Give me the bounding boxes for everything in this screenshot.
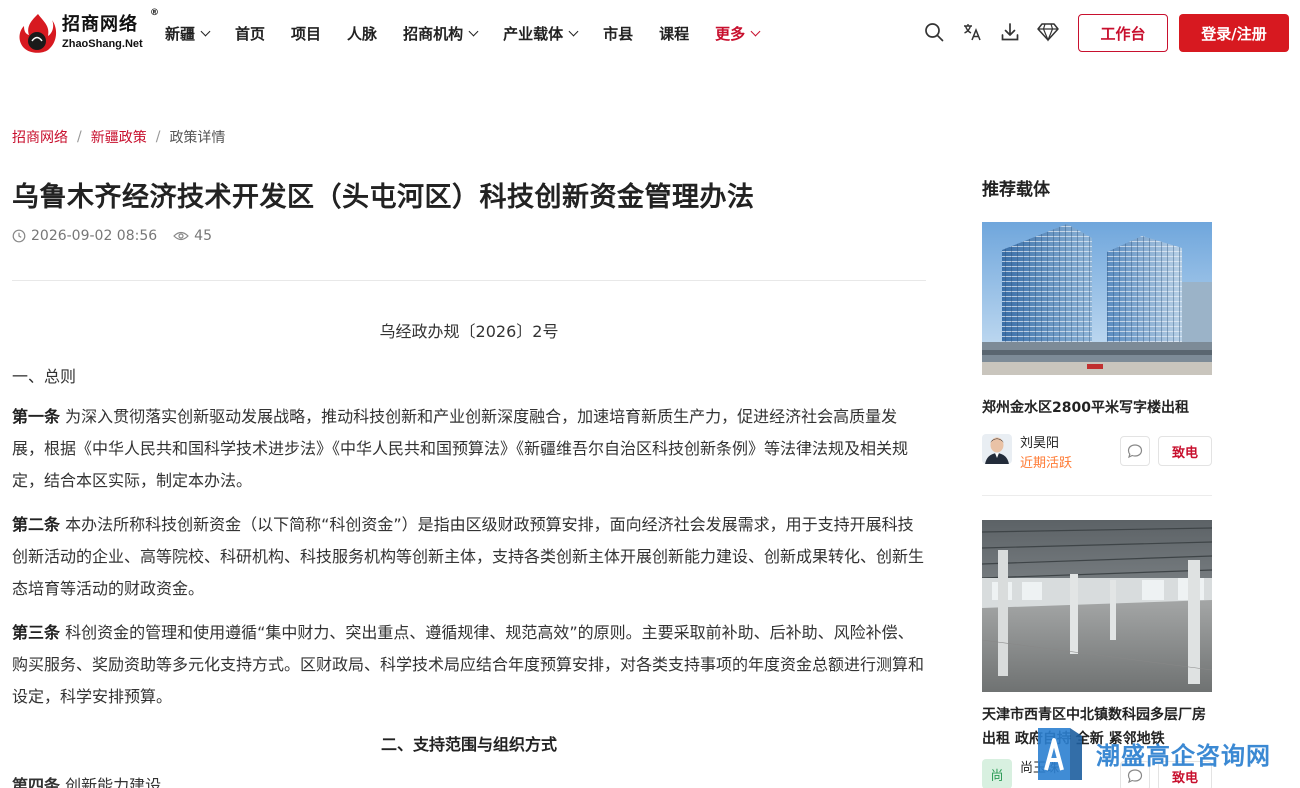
nav-home[interactable]: 首页 [235,23,265,44]
nav-label: 更多 [715,24,746,43]
sidebar-title: 推荐载体 [982,180,1050,200]
article-meta: 2026-09-02 08:56 45 [12,228,228,244]
site-logo[interactable]: 招商网络 ® ZhaoShang.Net [16,8,159,56]
main-nav: 新疆 首页 项目 人脉 招商机构 产业载体 市县 课程 更多 [165,0,785,66]
breadcrumb-link-xinjiang-policy[interactable]: 新疆政策 [91,127,147,147]
agent-name: 刘昊阳 [1020,436,1060,451]
view-count-text: 45 [194,228,212,244]
section-heading-general: 一、总则 [12,367,77,386]
watermark-text: 潮盛高企咨询网 [1096,742,1271,770]
chevron-down-icon [568,26,579,36]
article-clause-label: 第四条 [12,776,61,788]
article-clause-label: 第二条 [12,515,61,534]
nav-industrial-carriers[interactable]: 产业载体 [503,23,579,44]
chevron-down-icon [750,26,761,36]
article-clause-text: 创新能力建设 [60,776,162,788]
nav-contacts[interactable]: 人脉 [347,23,377,44]
clock-icon [12,229,26,243]
translate-icon[interactable] [960,20,984,44]
avatar[interactable]: 尚 [982,759,1012,788]
logo-flame-icon [19,14,57,53]
breadcrumb-separator: / [77,129,82,145]
nav-label: 新疆 [165,24,196,43]
chat-button[interactable] [1120,436,1150,466]
breadcrumb-separator: / [155,129,161,145]
document-number: 乌经政办规〔2026〕2号 [379,322,559,341]
nav-region-xinjiang[interactable]: 新疆 [165,23,211,44]
breadcrumb-link-home[interactable]: 招商网络 [12,127,68,147]
call-button[interactable]: 致电 [1158,436,1212,466]
top-header: 招商网络 ® ZhaoShang.Net 新疆 首页 项目 人脉 招商机构 产业… [0,0,1300,66]
article-paragraph: 第一条 为深入贯彻落实创新驱动发展战略，推动科技创新和产业创新深度融合，加速培育… [12,401,926,497]
header-icon-group [922,20,1074,44]
nav-label: 课程 [659,24,690,43]
breadcrumb-current: 政策详情 [169,130,226,146]
nav-more[interactable]: 更多 [715,23,761,44]
article-clause-text: 为深入贯彻落实创新驱动发展战略，推动科技创新和产业创新深度融合，加速培育新质生产… [12,407,909,490]
watermark-logo-icon [1038,728,1082,780]
article-clause-text: 本办法所称科技创新资金（以下简称“科创资金”）是指由区级财政预算安排，面向经济社… [12,515,925,598]
nav-label: 招商机构 [403,24,464,43]
article-clause-label: 第一条 [12,407,61,426]
chevron-down-icon [200,26,211,36]
login-register-button[interactable]: 登录/注册 [1179,14,1289,52]
breadcrumb: 招商网络 / 新疆政策 / 政策详情 [12,127,225,147]
agent-status: 近期活跃 [1020,456,1073,471]
sidebar-divider [982,495,1212,496]
nav-label: 首页 [235,24,266,43]
title-divider [12,280,926,281]
eye-icon [173,231,190,241]
diamond-icon[interactable] [1036,20,1060,44]
article-paragraph: 第三条 科创资金的管理和使用遵循“集中财力、突出重点、遵循规律、规范高效”的原则… [12,617,926,713]
publish-date-text: 2026-09-02 08:56 [31,228,158,244]
article-paragraph: 第四条 创新能力建设 [12,772,161,788]
workbench-button[interactable]: 工作台 [1078,14,1168,52]
nav-label: 项目 [291,24,322,43]
publish-date: 2026-09-02 08:56 [12,228,157,244]
nav-cities[interactable]: 市县 [603,23,633,44]
watermark: 潮盛高企咨询网 [1030,722,1270,782]
nav-courses[interactable]: 课程 [659,23,689,44]
logo-text-en: ZhaoShang.Net [62,38,143,50]
page-title: 乌鲁木齐经济技术开发区（头屯河区）科技创新资金管理办法 [12,182,755,213]
nav-projects[interactable]: 项目 [291,23,321,44]
chat-bubble-icon [1127,444,1143,459]
carrier-agent: 刘昊阳 近期活跃 致电 [982,432,1212,472]
view-count: 45 [173,228,212,244]
logo-text-cn: 招商网络 [62,14,138,35]
nav-label: 市县 [603,24,634,43]
nav-label: 产业载体 [503,24,564,43]
article-clause-label: 第三条 [12,623,61,642]
carrier-card-image[interactable] [982,222,1212,375]
logo-registered-mark: ® [150,8,159,18]
nav-label: 人脉 [347,24,378,43]
download-icon[interactable] [998,20,1022,44]
carrier-card-image[interactable] [982,520,1212,692]
section-heading-scope: 二、支持范围与组织方式 [380,735,557,754]
nav-agencies[interactable]: 招商机构 [403,23,479,44]
chevron-down-icon [468,26,479,36]
search-icon[interactable] [922,20,946,44]
article-paragraph: 第二条 本办法所称科技创新资金（以下简称“科创资金”）是指由区级财政预算安排，面… [12,509,926,605]
article-clause-text: 科创资金的管理和使用遵循“集中财力、突出重点、遵循规律、规范高效”的原则。主要采… [12,623,925,706]
avatar[interactable] [982,434,1012,464]
carrier-card-title[interactable]: 郑州金水区2800平米写字楼出租 [982,396,1214,420]
